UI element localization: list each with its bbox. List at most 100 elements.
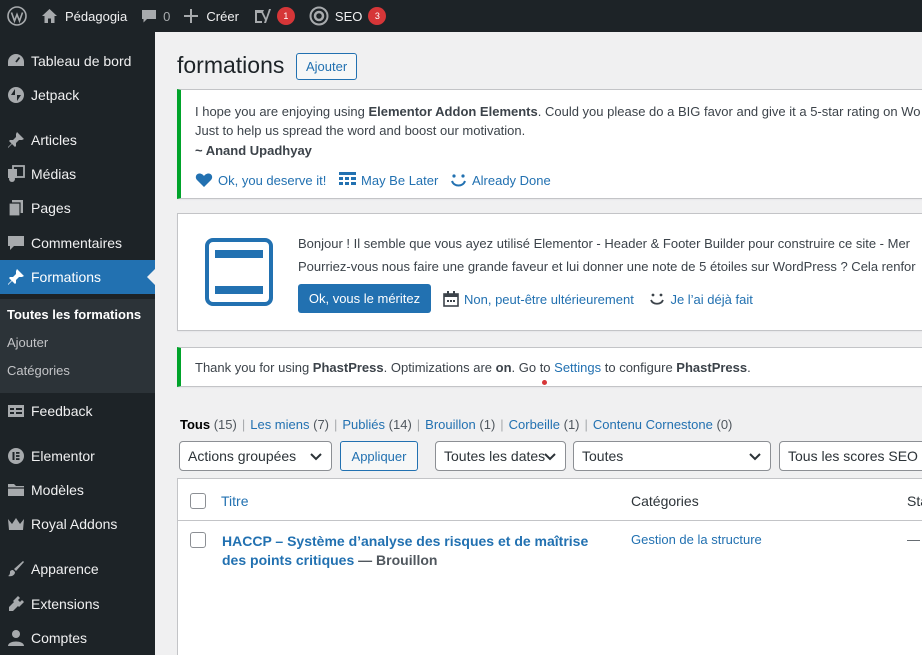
comments-menu[interactable]: 0 [134, 0, 177, 32]
home-icon [41, 8, 58, 24]
filter-trash[interactable]: Corbeille [509, 417, 560, 432]
filter-separator: | [334, 417, 338, 432]
settings-link[interactable]: Settings [554, 360, 601, 375]
notice-message: I hope you are enjoying using Elementor … [195, 104, 921, 119]
sidebar-item-feedback[interactable]: Feedback [0, 394, 155, 428]
pin-icon [0, 268, 31, 286]
media-icon [0, 165, 31, 183]
admin-bar: Pédagogia 0 Créer 1 SEO 3 [0, 0, 922, 32]
category-filter-select[interactable]: Toutes [573, 441, 771, 471]
yoast-icon [253, 7, 271, 25]
filter-draft[interactable]: Brouillon [425, 417, 476, 432]
plugin-icon [0, 595, 31, 613]
sidebar-item-articles[interactable]: Articles [0, 123, 155, 157]
sidebar-item-elementor[interactable]: Elementor [0, 439, 155, 473]
heart-icon [195, 172, 213, 188]
submenu-item-all-formations[interactable]: Toutes les formations [7, 307, 141, 322]
sidebar-item-appearance[interactable]: Apparence [0, 552, 155, 586]
filter-all[interactable]: Tous [180, 417, 210, 432]
comment-icon [0, 234, 31, 252]
notice-text: I hope you are enjoying using [195, 104, 369, 119]
notice-text: to configure [601, 360, 677, 375]
bulk-actions-select[interactable]: Actions groupées [179, 441, 332, 471]
sidebar-item-label: Jetpack [31, 87, 80, 103]
post-state: — Brouillon [358, 552, 438, 568]
feedback-icon [0, 402, 31, 420]
rate-done-link[interactable]: Already Done [450, 172, 551, 188]
sidebar-item-royal-addons[interactable]: Royal Addons [0, 507, 155, 541]
submenu-item-add[interactable]: Ajouter [7, 335, 48, 350]
select-value: Actions groupées [188, 448, 297, 464]
filter-mine[interactable]: Les miens [250, 417, 309, 432]
sidebar-item-comments[interactable]: Commentaires [0, 226, 155, 260]
rate-ok-button[interactable]: Ok, vous le méritez [298, 284, 431, 313]
select-value: Toutes [582, 448, 624, 464]
sidebar-item-label: Formations [31, 269, 102, 285]
seo-score-filter-select[interactable]: Tous les scores SEO [779, 441, 922, 471]
date-filter-select[interactable]: Toutes les dates [435, 441, 566, 471]
rate-later-link[interactable]: May Be Later [339, 172, 438, 188]
red-dot-indicator [542, 380, 547, 385]
hfe-rating-notice: Bonjour ! Il semble que vous ayez utilis… [177, 213, 922, 331]
rate-later-link[interactable]: Non, peut-être ultérieurement [443, 291, 634, 307]
seo-menu[interactable]: SEO 3 [302, 0, 393, 32]
select-all-checkbox[interactable] [190, 493, 206, 509]
comment-icon [141, 8, 157, 24]
filter-published[interactable]: Publiés [342, 417, 385, 432]
column-title-header[interactable]: Titre [221, 493, 248, 509]
wordpress-logo-icon[interactable] [0, 0, 34, 32]
sidebar-item-dashboard[interactable]: Tableau de bord [0, 44, 155, 78]
select-value: Toutes les dates [444, 448, 546, 464]
notice-text: Thank you for using [195, 360, 313, 375]
sidebar-item-templates[interactable]: Modèles [0, 473, 155, 507]
posts-table: Titre Catégories Sta HACCP – Système d’a… [177, 478, 922, 655]
sidebar-item-plugins[interactable]: Extensions [0, 587, 155, 621]
rate-done-link[interactable]: Je l’ai déjà fait [649, 291, 753, 307]
site-name: Pédagogia [65, 8, 128, 24]
new-content-menu[interactable]: Créer [177, 0, 246, 32]
smile-icon [450, 172, 467, 188]
submenu-item-categories[interactable]: Catégories [7, 363, 70, 378]
formations-submenu: Toutes les formations Ajouter Catégories [0, 299, 155, 393]
row-checkbox[interactable] [190, 532, 206, 548]
row-category-link[interactable]: Gestion de la structure [631, 532, 762, 547]
jetpack-icon [0, 86, 31, 104]
yoast-menu[interactable]: 1 [246, 0, 302, 32]
plugin-name: PhastPress [312, 360, 384, 375]
notice-message: Thank you for using PhastPress. Optimiza… [195, 360, 751, 375]
sidebar-item-pages[interactable]: Pages [0, 191, 155, 225]
site-name-menu[interactable]: Pédagogia [34, 0, 134, 32]
elementor-addon-notice: I hope you are enjoying using Elementor … [177, 89, 922, 199]
filter-separator: | [500, 417, 504, 432]
notice-actions: Ok, you deserve it! May Be Later Already… [195, 172, 551, 191]
link-label: Je l’ai déjà fait [670, 291, 753, 307]
add-new-button[interactable]: Ajouter [296, 53, 358, 80]
calendar-grid-icon [339, 172, 357, 188]
status-on: on [495, 360, 512, 375]
filter-cornerstone[interactable]: Contenu Cornestone [593, 417, 713, 432]
filter-separator: | [241, 417, 246, 432]
plugin-name: Elementor Addon Elements [368, 104, 538, 119]
pin-icon [0, 131, 31, 149]
filter-count: (7) [313, 417, 329, 432]
filter-count: (15) [213, 417, 237, 432]
sidebar-item-jetpack[interactable]: Jetpack [0, 78, 155, 112]
rate-ok-link[interactable]: Ok, you deserve it! [195, 172, 326, 188]
calendar-icon [443, 291, 459, 307]
folder-icon [0, 481, 31, 499]
sidebar-item-label: Royal Addons [31, 516, 118, 532]
sidebar-item-formations[interactable]: Formations [0, 260, 155, 294]
apply-button[interactable]: Appliquer [340, 441, 418, 471]
notice-message: Bonjour ! Il semble que vous ayez utilis… [298, 236, 910, 251]
plugin-name: PhastPress [676, 360, 748, 375]
column-categories-header: Catégories [631, 493, 699, 509]
sidebar-item-label: Commentaires [31, 235, 123, 251]
comments-count: 0 [163, 8, 171, 24]
filter-separator: | [416, 417, 421, 432]
brush-icon [0, 560, 31, 578]
sidebar-item-label: Extensions [31, 596, 100, 612]
sidebar-item-media[interactable]: Médias [0, 157, 155, 191]
notice-message: Pourriez-vous nous faire une grande fave… [298, 259, 916, 274]
sidebar-item-users[interactable]: Comptes [0, 621, 155, 655]
row-status-value: — [907, 532, 920, 547]
